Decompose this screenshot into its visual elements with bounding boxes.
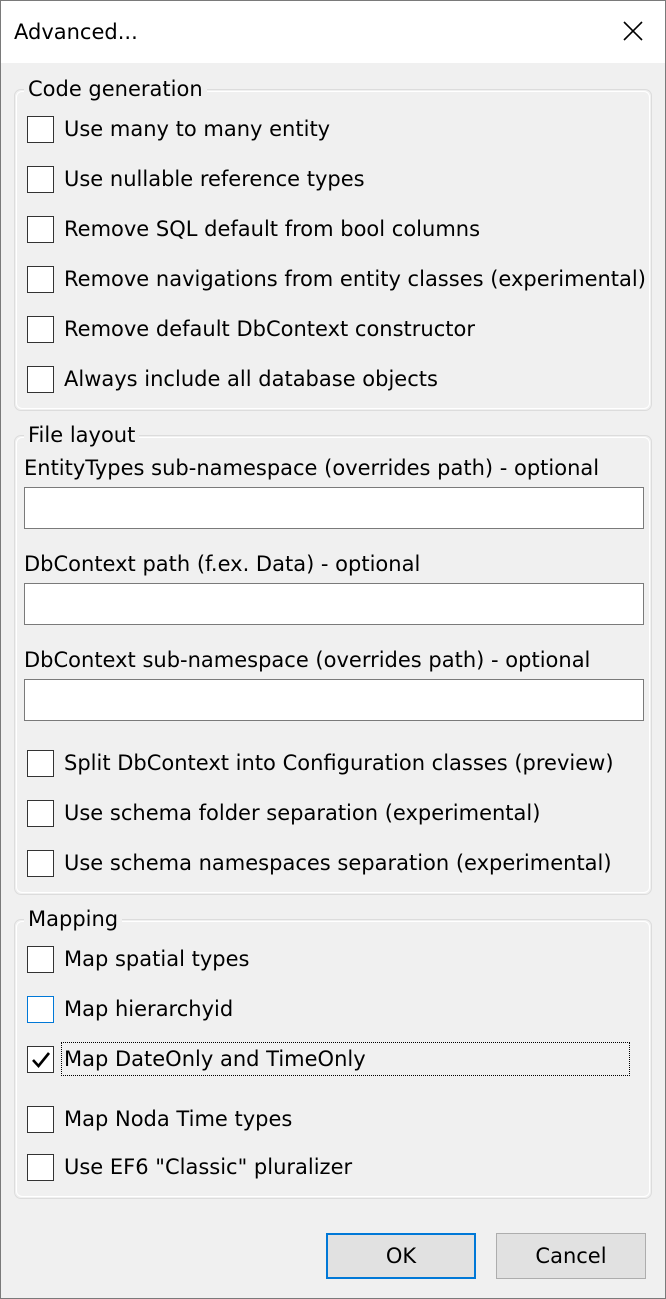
checkbox-label: Map Noda Time types <box>64 1107 293 1131</box>
mapping-legend: Mapping <box>24 906 123 932</box>
file-layout-legend: File layout <box>24 422 140 448</box>
checkbox-label: Remove default DbContext constructor <box>64 317 475 341</box>
map-spatial-types-checkbox[interactable]: Map spatial types <box>27 944 249 974</box>
window-title: Advanced... <box>14 20 138 44</box>
checkbox-box[interactable] <box>27 799 54 827</box>
checkbox-label: Use many to many entity <box>64 117 331 141</box>
remove-default-constructor-checkbox[interactable]: Remove default DbContext constructor <box>27 314 475 344</box>
checkmark-icon <box>32 1051 51 1068</box>
checkbox-label: Remove SQL default from bool columns <box>64 217 481 241</box>
checkbox-label: Split DbContext into Configuration class… <box>64 751 614 775</box>
use-nullable-reference-types-checkbox[interactable]: Use nullable reference types <box>27 164 365 194</box>
remove-sql-default-checkbox[interactable]: Remove SQL default from bool columns <box>27 214 480 244</box>
dbcontext-namespace-label: DbContext sub-namespace (overrides path)… <box>24 648 591 672</box>
file-layout-group: File layout EntityTypes sub-namespace (o… <box>14 422 652 895</box>
checkbox-label: Remove navigations from entity classes (… <box>64 267 646 291</box>
checkbox-box[interactable] <box>27 1045 54 1073</box>
entitytypes-namespace-input[interactable] <box>24 487 644 529</box>
checkbox-box[interactable] <box>27 365 54 393</box>
checkbox-box[interactable] <box>27 215 54 243</box>
ok-button[interactable]: OK <box>326 1233 476 1279</box>
dbcontext-namespace-input[interactable] <box>24 679 644 721</box>
cancel-button[interactable]: Cancel <box>496 1233 646 1279</box>
map-dateonly-timeonly-checkbox[interactable]: Map DateOnly and TimeOnly <box>27 1042 630 1076</box>
ef6-pluralizer-checkbox[interactable]: Use EF6 "Classic" pluralizer <box>27 1152 352 1182</box>
checkbox-label: Use schema namespaces separation (experi… <box>64 851 612 875</box>
checkbox-label: Map spatial types <box>64 947 250 971</box>
dbcontext-path-input[interactable] <box>24 583 644 625</box>
checkbox-box[interactable] <box>27 945 54 973</box>
schema-namespaces-separation-checkbox[interactable]: Use schema namespaces separation (experi… <box>27 848 612 878</box>
use-many-to-many-checkbox[interactable]: Use many to many entity <box>27 114 330 144</box>
always-include-all-objects-checkbox[interactable]: Always include all database objects <box>27 364 438 394</box>
checkbox-label: Use EF6 "Classic" pluralizer <box>64 1155 353 1179</box>
mapping-group: Mapping Map spatial types Map hierarchyi… <box>14 906 652 1199</box>
checkbox-box[interactable] <box>27 315 54 343</box>
checkbox-label: Map hierarchyid <box>64 997 234 1021</box>
checkbox-label: Map DateOnly and TimeOnly <box>61 1042 630 1076</box>
checkbox-box[interactable] <box>27 849 54 877</box>
entitytypes-namespace-label: EntityTypes sub-namespace (overrides pat… <box>24 456 600 480</box>
close-icon <box>623 21 643 41</box>
checkbox-box[interactable] <box>27 115 54 143</box>
dbcontext-path-label: DbContext path (f.ex. Data) - optional <box>24 552 421 576</box>
close-button[interactable] <box>601 1 665 61</box>
checkbox-box[interactable] <box>27 749 54 777</box>
checkbox-box[interactable] <box>27 995 54 1023</box>
checkbox-box[interactable] <box>27 265 54 293</box>
map-noda-time-checkbox[interactable]: Map Noda Time types <box>27 1104 292 1134</box>
checkbox-label: Always include all database objects <box>64 367 438 391</box>
split-dbcontext-checkbox[interactable]: Split DbContext into Configuration class… <box>27 748 614 778</box>
remove-navigations-checkbox[interactable]: Remove navigations from entity classes (… <box>27 264 646 294</box>
code-generation-legend: Code generation <box>24 76 207 102</box>
schema-folder-separation-checkbox[interactable]: Use schema folder separation (experiment… <box>27 798 540 828</box>
code-generation-group: Code generation Use many to many entity … <box>14 76 652 411</box>
checkbox-box[interactable] <box>27 165 54 193</box>
advanced-dialog: Advanced... Code generation Use many to … <box>0 0 666 1299</box>
checkbox-box[interactable] <box>27 1105 54 1133</box>
title-bar: Advanced... <box>1 1 665 63</box>
checkbox-box[interactable] <box>27 1153 54 1181</box>
checkbox-label: Use schema folder separation (experiment… <box>64 801 541 825</box>
checkbox-label: Use nullable reference types <box>64 167 365 191</box>
map-hierarchyid-checkbox[interactable]: Map hierarchyid <box>27 994 233 1024</box>
